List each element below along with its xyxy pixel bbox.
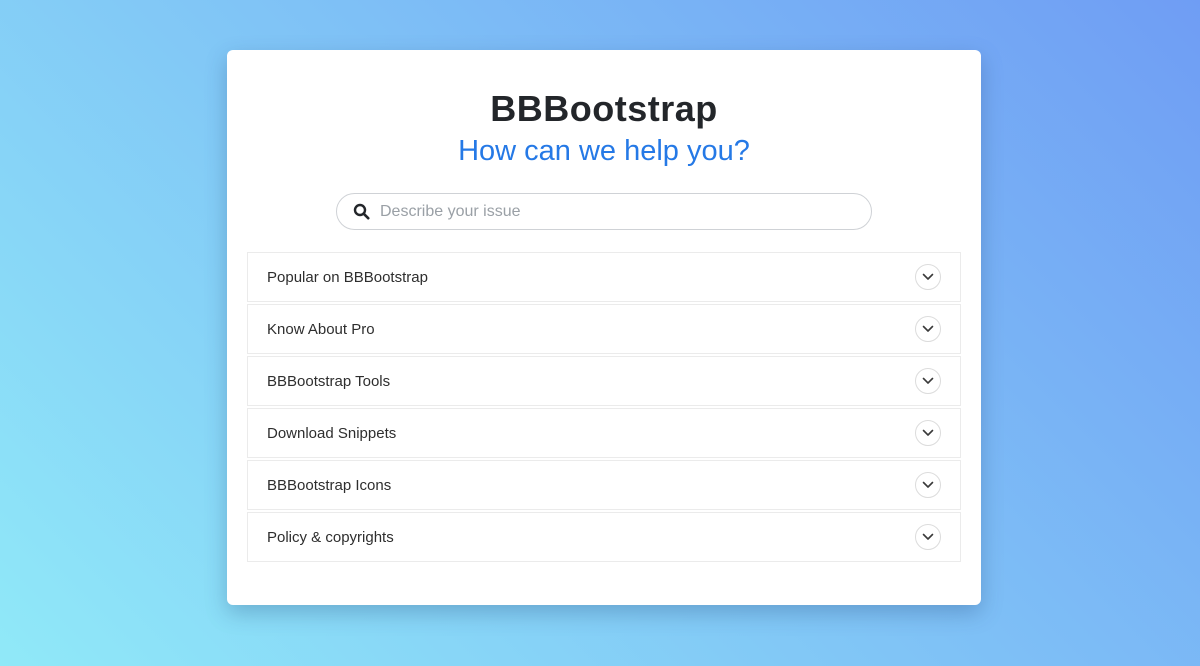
accordion-item-know-about-pro[interactable]: Know About Pro: [247, 304, 961, 354]
accordion-item-tools[interactable]: BBBootstrap Tools: [247, 356, 961, 406]
chevron-down-icon[interactable]: [915, 316, 941, 342]
chevron-down-icon[interactable]: [915, 420, 941, 446]
page-subtitle: How can we help you?: [227, 135, 981, 168]
chevron-down-icon[interactable]: [915, 264, 941, 290]
accordion-item-download-snippets[interactable]: Download Snippets: [247, 408, 961, 458]
help-center-card: BBBootstrap How can we help you? Popular…: [227, 50, 981, 605]
search-icon: [353, 203, 370, 220]
accordion-item-label: BBBootstrap Icons: [267, 477, 391, 494]
chevron-down-icon[interactable]: [915, 472, 941, 498]
help-accordion: Popular on BBBootstrap Know About Pro BB…: [247, 252, 961, 562]
chevron-down-icon[interactable]: [915, 524, 941, 550]
search-input[interactable]: [380, 203, 855, 221]
accordion-item-popular[interactable]: Popular on BBBootstrap: [247, 252, 961, 302]
accordion-item-label: Download Snippets: [267, 425, 396, 442]
accordion-item-icons[interactable]: BBBootstrap Icons: [247, 460, 961, 510]
chevron-down-icon[interactable]: [915, 368, 941, 394]
page-title: BBBootstrap: [227, 88, 981, 130]
accordion-item-policy-copyrights[interactable]: Policy & copyrights: [247, 512, 961, 562]
accordion-item-label: Know About Pro: [267, 321, 375, 338]
accordion-item-label: Policy & copyrights: [267, 529, 394, 546]
search-bar[interactable]: [336, 193, 872, 230]
accordion-item-label: Popular on BBBootstrap: [267, 269, 428, 286]
accordion-item-label: BBBootstrap Tools: [267, 373, 390, 390]
